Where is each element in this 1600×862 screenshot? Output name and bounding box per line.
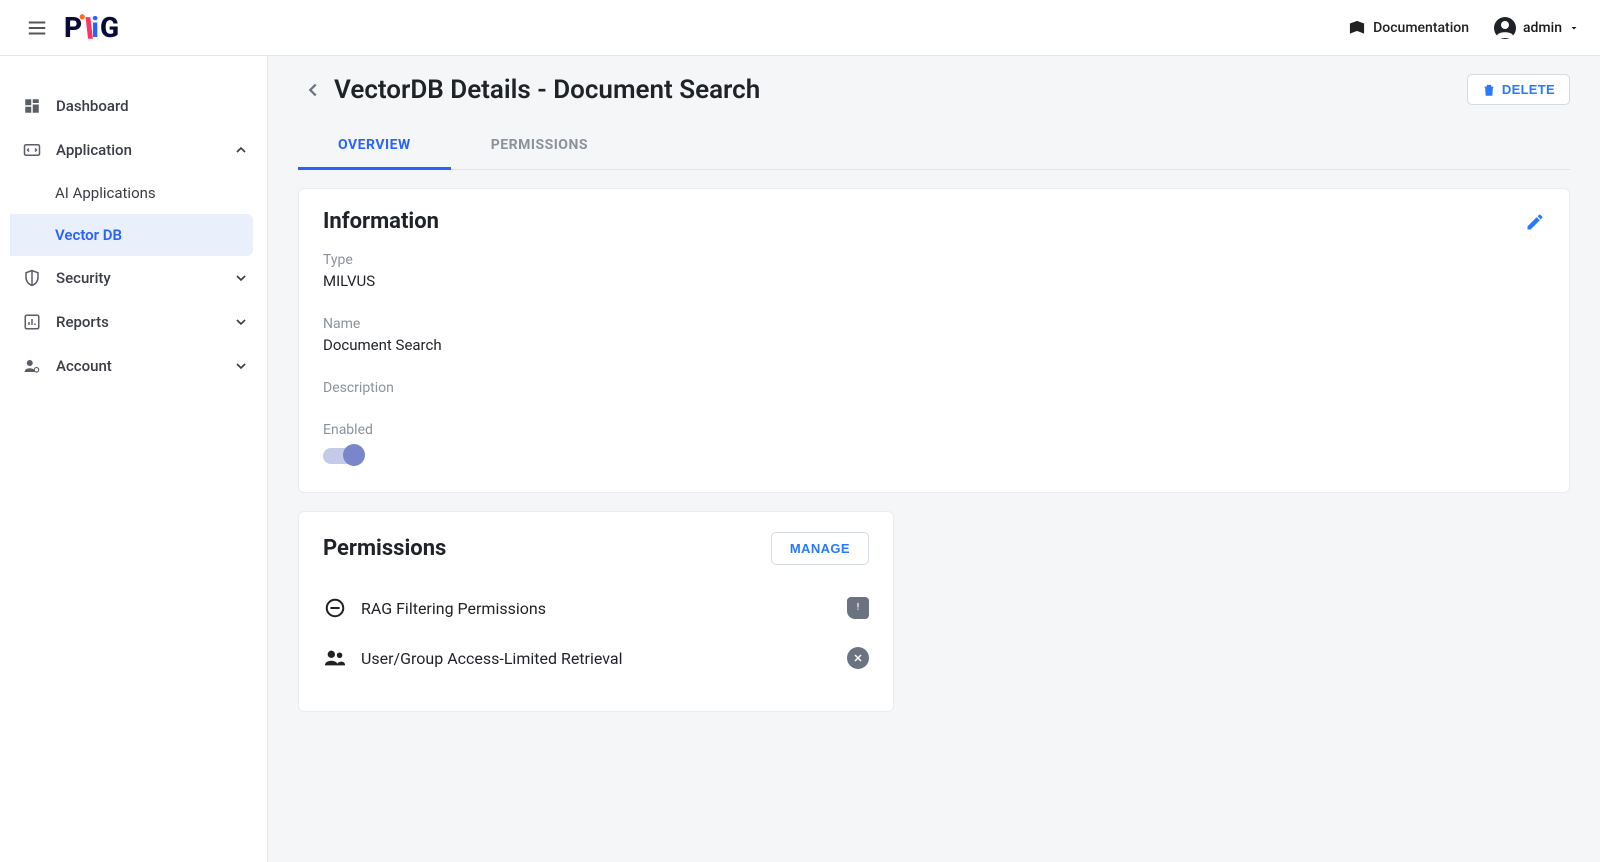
tab-label: PERMISSIONS [491, 137, 588, 153]
sidebar-item-label: Security [56, 269, 111, 287]
sidebar-item-application[interactable]: Application [0, 128, 267, 172]
sidebar-item-label: AI Applications [55, 184, 156, 202]
alert-status-icon [847, 597, 869, 619]
field-label: Type [323, 252, 1545, 268]
field-description: Description [323, 380, 1545, 396]
sidebar-item-account[interactable]: Account [0, 344, 267, 388]
chevron-down-icon [233, 358, 249, 374]
permissions-card: Permissions MANAGE RAG Filtering Permiss… [298, 511, 894, 712]
documentation-link[interactable]: Documentation [1347, 18, 1469, 38]
menu-toggle-button[interactable] [20, 11, 54, 45]
field-value: MILVUS [323, 272, 1545, 290]
sidebar: Dashboard Application AI Applications Ve… [0, 56, 268, 862]
sidebar-item-label: Application [56, 141, 132, 159]
field-label: Enabled [323, 422, 1545, 438]
users-icon [323, 647, 347, 669]
main-content: VectorDB Details - Document Search DELET… [268, 56, 1600, 862]
sidebar-item-dashboard[interactable]: Dashboard [0, 84, 267, 128]
delete-button-label: DELETE [1502, 82, 1555, 97]
chevron-down-icon [233, 314, 249, 330]
book-icon [1347, 18, 1367, 38]
field-value: Document Search [323, 336, 1545, 354]
permission-label: User/Group Access-Limited Retrieval [361, 649, 622, 668]
information-card-title: Information [323, 209, 439, 234]
sidebar-item-vector-db[interactable]: Vector DB [10, 214, 253, 256]
permission-label: RAG Filtering Permissions [361, 599, 546, 618]
field-enabled: Enabled [323, 422, 1545, 464]
application-icon [22, 141, 42, 159]
dashboard-icon [22, 97, 42, 115]
delete-button[interactable]: DELETE [1467, 74, 1570, 105]
field-label: Name [323, 316, 1545, 332]
chart-bar-icon [22, 313, 42, 331]
chevron-left-icon [302, 79, 324, 101]
information-card: Information Type MILVUS Name Document Se… [298, 188, 1570, 493]
chevron-down-icon [1568, 22, 1580, 34]
pencil-icon [1525, 212, 1545, 232]
sidebar-item-label: Reports [56, 313, 109, 331]
sidebar-item-label: Account [56, 357, 112, 375]
back-button[interactable] [298, 75, 328, 105]
chevron-down-icon [233, 270, 249, 286]
sidebar-item-label: Dashboard [56, 97, 129, 115]
sidebar-item-security[interactable]: Security [0, 256, 267, 300]
toggle-thumb [343, 444, 365, 466]
permission-row-user-group: User/Group Access-Limited Retrieval [323, 633, 869, 683]
app-logo: P•\iG [64, 11, 118, 44]
user-avatar-icon [1493, 16, 1517, 40]
documentation-label: Documentation [1373, 20, 1469, 36]
field-name: Name Document Search [323, 316, 1545, 354]
enabled-toggle[interactable] [323, 448, 363, 464]
trash-icon [1482, 83, 1496, 97]
user-settings-icon [22, 357, 42, 375]
tab-permissions[interactable]: PERMISSIONS [451, 123, 628, 169]
field-type: Type MILVUS [323, 252, 1545, 290]
page-header: VectorDB Details - Document Search DELET… [298, 74, 1570, 105]
tab-overview[interactable]: OVERVIEW [298, 123, 451, 170]
tab-label: OVERVIEW [338, 137, 411, 153]
edit-button[interactable] [1525, 212, 1545, 232]
permissions-card-title: Permissions [323, 536, 446, 561]
tabs: OVERVIEW PERMISSIONS [298, 123, 1570, 170]
username-label: admin [1523, 20, 1562, 36]
manage-button-label: MANAGE [790, 541, 850, 556]
page-title: VectorDB Details - Document Search [334, 75, 760, 105]
disabled-status-icon [847, 647, 869, 669]
chevron-up-icon [233, 142, 249, 158]
manage-button[interactable]: MANAGE [771, 532, 869, 565]
user-menu[interactable]: admin [1493, 16, 1580, 40]
sidebar-item-ai-applications[interactable]: AI Applications [0, 172, 267, 214]
do-not-disturb-icon [323, 597, 347, 619]
sidebar-item-reports[interactable]: Reports [0, 300, 267, 344]
permission-row-rag: RAG Filtering Permissions [323, 583, 869, 633]
hamburger-icon [26, 17, 48, 39]
sidebar-item-label: Vector DB [55, 226, 122, 244]
shield-icon [22, 269, 42, 287]
field-label: Description [323, 380, 1545, 396]
app-header: P•\iG Documentation admin [0, 0, 1600, 56]
